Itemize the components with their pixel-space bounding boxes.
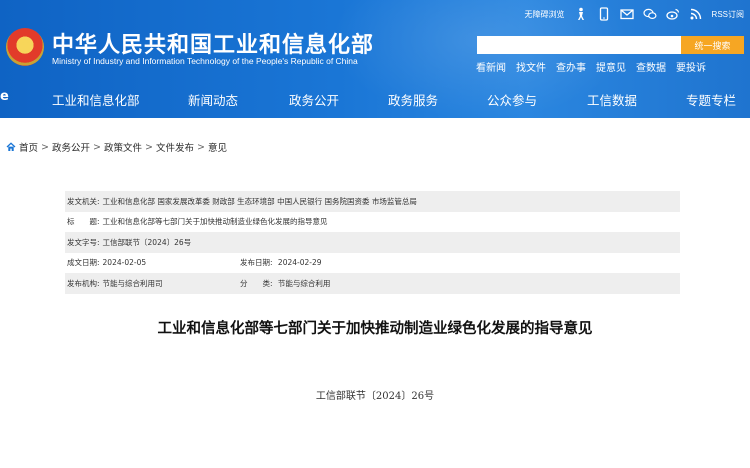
- category-cell: 分 类: 节能与综合利用: [240, 278, 330, 289]
- nav-item-topics[interactable]: 专题专栏: [686, 90, 736, 109]
- quick-links: 看新闻 找文件 查办事 提意见 查数据 要投诉: [476, 59, 706, 74]
- breadcrumb-policy-documents[interactable]: 政策文件: [104, 140, 142, 154]
- title-value: 工业和信息化部等七部门关于加快推动制造业绿色化发展的指导意见: [102, 217, 328, 227]
- quick-link-services[interactable]: 查办事: [556, 59, 586, 74]
- issuer-value: 工业和信息化部 国家发展改革委 财政部 生态环境部 中国人民银行 国务院国资委 …: [102, 196, 417, 206]
- rss-icon[interactable]: [689, 7, 703, 21]
- org-label: 发布机构:: [67, 278, 100, 288]
- wechat-icon[interactable]: [642, 7, 657, 21]
- breadcrumb-separator: >: [144, 141, 153, 153]
- quick-link-news[interactable]: 看新闻: [476, 59, 506, 74]
- org-value: 节能与综合利用司: [102, 278, 163, 288]
- breadcrumb-opinions[interactable]: 意见: [208, 140, 227, 154]
- site-header: ★ 中华人民共和国工业和信息化部 Ministry of Industry an…: [0, 0, 750, 118]
- nav-item-ministry[interactable]: 工业和信息化部: [52, 90, 140, 109]
- rss-link[interactable]: RSS订阅: [712, 9, 744, 20]
- meta-row-org: 发布机构: 节能与综合利用司 分 类: 节能与综合利用: [65, 273, 680, 294]
- weibo-icon[interactable]: [665, 7, 680, 21]
- title-label: 标 题:: [67, 217, 100, 227]
- meta-row-issuer: 发文机关: 工业和信息化部 国家发展改革委 财政部 生态环境部 中国人民银行 国…: [65, 191, 680, 212]
- email-icon[interactable]: [619, 7, 634, 21]
- ministry-name-en: Ministry of Industry and Information Tec…: [52, 56, 358, 66]
- ministry-name-cn[interactable]: 中华人民共和国工业和信息化部: [52, 27, 374, 59]
- category-value: 节能与综合利用: [277, 278, 331, 288]
- breadcrumb: 首页 > 政务公开 > 政策文件 > 文件发布 > 意见: [6, 140, 227, 154]
- national-emblem-icon: ★: [6, 28, 44, 66]
- published-date-cell: 发布日期: 2024-02-29: [240, 257, 322, 268]
- breadcrumb-home[interactable]: 首页: [19, 140, 38, 154]
- docno-label: 发文字号:: [67, 237, 100, 247]
- nav-scroll-left-icon[interactable]: e: [0, 89, 9, 104]
- breadcrumb-open-government[interactable]: 政务公开: [52, 140, 90, 154]
- document-metadata-table: 发文机关: 工业和信息化部 国家发展改革委 财政部 生态环境部 中国人民银行 国…: [65, 191, 680, 294]
- breadcrumb-document-release[interactable]: 文件发布: [156, 140, 194, 154]
- written-date-value: 2024-02-05: [102, 258, 147, 268]
- meta-row-dates: 成文日期: 2024-02-05 发布日期: 2024-02-29: [65, 253, 680, 274]
- home-icon[interactable]: [6, 142, 16, 152]
- category-label: 分 类:: [240, 278, 273, 288]
- search-button[interactable]: 统一搜索: [681, 36, 744, 54]
- elderly-mode-icon[interactable]: [574, 7, 588, 21]
- meta-row-docno: 发文字号: 工信部联节〔2024〕26号: [65, 232, 680, 253]
- nav-item-data[interactable]: 工信数据: [587, 90, 637, 109]
- search-bar: 统一搜索: [477, 36, 744, 54]
- nav-item-services[interactable]: 政务服务: [388, 90, 438, 109]
- breadcrumb-separator: >: [93, 141, 101, 153]
- written-date-label: 成文日期:: [67, 258, 100, 268]
- accessibility-link[interactable]: 无障碍浏览: [525, 9, 565, 20]
- main-nav: e 工业和信息化部 新闻动态 政务公开 政务服务 公众参与 工信数据 专题专栏: [0, 86, 750, 110]
- quick-link-feedback[interactable]: 提意见: [596, 59, 626, 74]
- docno-value: 工信部联节〔2024〕26号: [102, 237, 192, 247]
- top-links-bar: 无障碍浏览 RSS订阅: [525, 5, 744, 23]
- published-date-label: 发布日期:: [240, 258, 273, 268]
- issuer-label: 发文机关:: [67, 196, 100, 206]
- nav-item-participation[interactable]: 公众参与: [487, 90, 537, 109]
- quick-link-complaint[interactable]: 要投诉: [676, 59, 706, 74]
- breadcrumb-separator: >: [196, 141, 205, 153]
- breadcrumb-separator: >: [41, 141, 49, 153]
- nav-item-news[interactable]: 新闻动态: [188, 90, 238, 109]
- search-input[interactable]: [477, 36, 681, 54]
- nav-item-open-government[interactable]: 政务公开: [289, 90, 339, 109]
- quick-link-data[interactable]: 查数据: [636, 59, 666, 74]
- published-date-value: 2024-02-29: [277, 258, 322, 268]
- document-title: 工业和信息化部等七部门关于加快推动制造业绿色化发展的指导意见: [157, 321, 593, 337]
- mobile-icon[interactable]: [597, 7, 611, 21]
- quick-link-files[interactable]: 找文件: [516, 59, 546, 74]
- meta-row-title: 标 题: 工业和信息化部等七部门关于加快推动制造业绿色化发展的指导意见: [65, 212, 680, 233]
- document-number: 工信部联节〔2024〕26号: [315, 391, 435, 402]
